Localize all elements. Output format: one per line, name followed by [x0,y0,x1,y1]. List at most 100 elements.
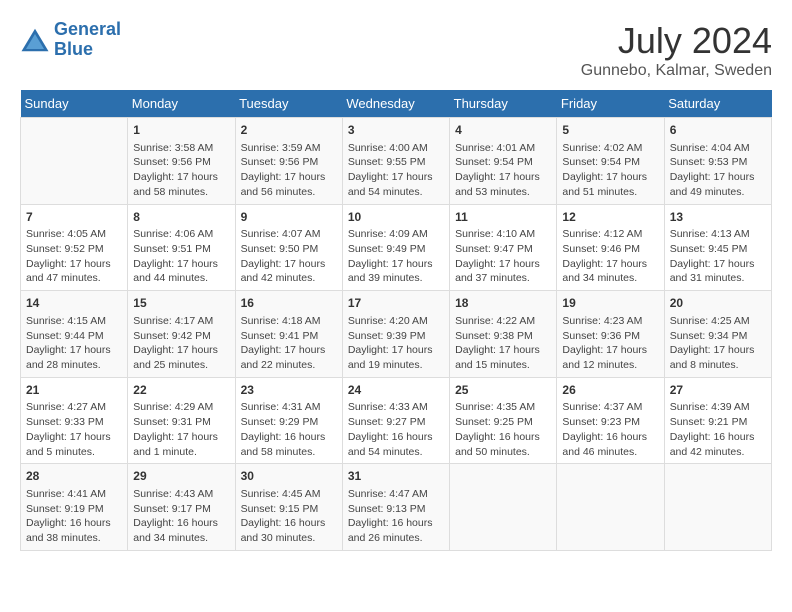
calendar-cell: 10Sunrise: 4:09 AM Sunset: 9:49 PM Dayli… [342,204,449,291]
day-content: Sunrise: 4:13 AM Sunset: 9:45 PM Dayligh… [670,227,766,286]
calendar-cell: 5Sunrise: 4:02 AM Sunset: 9:54 PM Daylig… [557,118,664,205]
day-of-week-header: Wednesday [342,90,449,118]
calendar-cell: 25Sunrise: 4:35 AM Sunset: 9:25 PM Dayli… [450,377,557,464]
calendar-cell: 1 Sunrise: 3:58 AM Sunset: 9:56 PM Daylig… [128,118,235,205]
calendar-header-row: SundayMondayTuesdayWednesdayThursdayFrid… [21,90,772,118]
day-content: Sunrise: 4:23 AM Sunset: 9:36 PM Dayligh… [562,314,658,373]
day-content: Sunrise: 4:27 AM Sunset: 9:33 PM Dayligh… [26,400,122,459]
day-content: Sunrise: 4:12 AM Sunset: 9:46 PM Dayligh… [562,227,658,286]
day-content: Sunrise: 4:29 AM Sunset: 9:31 PM Dayligh… [133,400,229,459]
calendar-cell [557,464,664,551]
calendar-cell: 8Sunrise: 4:06 AM Sunset: 9:51 PM Daylig… [128,204,235,291]
day-number: 23 [241,382,337,399]
day-content: Sunrise: 4:10 AM Sunset: 9:47 PM Dayligh… [455,227,551,286]
calendar-cell: 27Sunrise: 4:39 AM Sunset: 9:21 PM Dayli… [664,377,771,464]
calendar-cell: 20 Sunrise: 4:25 AM Sunset: 9:34 PM Dayli… [664,291,771,378]
day-content: Sunrise: 4:47 AM Sunset: 9:13 PM Dayligh… [348,487,444,546]
day-number: 19 [562,295,658,312]
day-number: 22 [133,382,229,399]
location: Gunnebo, Kalmar, Sweden [581,62,772,80]
day-content: Sunrise: 4:22 AM Sunset: 9:38 PM Dayligh… [455,314,551,373]
calendar-cell: 23Sunrise: 4:31 AM Sunset: 9:29 PM Dayli… [235,377,342,464]
day-content: Sunrise: 4:33 AM Sunset: 9:27 PM Dayligh… [348,400,444,459]
day-number: 10 [348,209,444,226]
day-of-week-header: Friday [557,90,664,118]
day-content: Sunrise: 4:02 AM Sunset: 9:54 PM Dayligh… [562,141,658,200]
day-content: Sunrise: 4:31 AM Sunset: 9:29 PM Dayligh… [241,400,337,459]
day-content: Sunrise: 3:58 AM Sunset: 9:56 PM Dayligh… [133,141,229,200]
day-content: Sunrise: 4:39 AM Sunset: 9:21 PM Dayligh… [670,400,766,459]
calendar-cell: 15Sunrise: 4:17 AM Sunset: 9:42 PM Dayli… [128,291,235,378]
day-content: Sunrise: 3:59 AM Sunset: 9:56 PM Dayligh… [241,141,337,200]
day-number: 20 [670,295,766,312]
day-number: 6 [670,122,766,139]
calendar-cell: 18 Sunrise: 4:22 AM Sunset: 9:38 PM Dayli… [450,291,557,378]
calendar-week-row: 28 Sunrise: 4:41 AM Sunset: 9:19 PM Dayli… [21,464,772,551]
day-number: 13 [670,209,766,226]
calendar-cell: 7Sunrise: 4:05 AM Sunset: 9:52 PM Daylig… [21,204,128,291]
day-number: 25 [455,382,551,399]
day-content: Sunrise: 4:00 AM Sunset: 9:55 PM Dayligh… [348,141,444,200]
day-content: Sunrise: 4:35 AM Sunset: 9:25 PM Dayligh… [455,400,551,459]
day-of-week-header: Saturday [664,90,771,118]
calendar-cell: 2 Sunrise: 3:59 AM Sunset: 9:56 PM Daylig… [235,118,342,205]
day-of-week-header: Sunday [21,90,128,118]
day-content: Sunrise: 4:05 AM Sunset: 9:52 PM Dayligh… [26,227,122,286]
day-number: 12 [562,209,658,226]
day-content: Sunrise: 4:07 AM Sunset: 9:50 PM Dayligh… [241,227,337,286]
day-number: 27 [670,382,766,399]
calendar-week-row: 21Sunrise: 4:27 AM Sunset: 9:33 PM Dayli… [21,377,772,464]
calendar-cell: 26Sunrise: 4:37 AM Sunset: 9:23 PM Dayli… [557,377,664,464]
calendar-cell: 9Sunrise: 4:07 AM Sunset: 9:50 PM Daylig… [235,204,342,291]
calendar-table: SundayMondayTuesdayWednesdayThursdayFrid… [20,90,772,551]
day-of-week-header: Tuesday [235,90,342,118]
day-number: 3 [348,122,444,139]
calendar-cell: 22Sunrise: 4:29 AM Sunset: 9:31 PM Dayli… [128,377,235,464]
logo-icon [20,25,50,55]
day-number: 2 [241,122,337,139]
calendar-week-row: 1 Sunrise: 3:58 AM Sunset: 9:56 PM Daylig… [21,118,772,205]
day-number: 7 [26,209,122,226]
calendar-week-row: 14 Sunrise: 4:15 AM Sunset: 9:44 PM Dayli… [21,291,772,378]
day-content: Sunrise: 4:41 AM Sunset: 9:19 PM Dayligh… [26,487,122,546]
calendar-cell: 12Sunrise: 4:12 AM Sunset: 9:46 PM Dayli… [557,204,664,291]
day-content: Sunrise: 4:17 AM Sunset: 9:42 PM Dayligh… [133,314,229,373]
day-number: 29 [133,468,229,485]
day-number: 28 [26,468,122,485]
calendar-cell: 21Sunrise: 4:27 AM Sunset: 9:33 PM Dayli… [21,377,128,464]
calendar-cell: 17Sunrise: 4:20 AM Sunset: 9:39 PM Dayli… [342,291,449,378]
day-number: 21 [26,382,122,399]
calendar-cell: 11Sunrise: 4:10 AM Sunset: 9:47 PM Dayli… [450,204,557,291]
calendar-cell: 16Sunrise: 4:18 AM Sunset: 9:41 PM Dayli… [235,291,342,378]
day-number: 9 [241,209,337,226]
day-content: Sunrise: 4:20 AM Sunset: 9:39 PM Dayligh… [348,314,444,373]
day-of-week-header: Monday [128,90,235,118]
month-year: July 2024 [581,20,772,62]
page-header: General Blue July 2024 Gunnebo, Kalmar, … [20,20,772,80]
day-of-week-header: Thursday [450,90,557,118]
day-number: 30 [241,468,337,485]
calendar-cell: 14 Sunrise: 4:15 AM Sunset: 9:44 PM Dayli… [21,291,128,378]
day-content: Sunrise: 4:45 AM Sunset: 9:15 PM Dayligh… [241,487,337,546]
calendar-cell [664,464,771,551]
day-content: Sunrise: 4:25 AM Sunset: 9:34 PM Dayligh… [670,314,766,373]
calendar-cell: 13Sunrise: 4:13 AM Sunset: 9:45 PM Dayli… [664,204,771,291]
day-number: 8 [133,209,229,226]
day-number: 18 [455,295,551,312]
calendar-cell: 30 Sunrise: 4:45 AM Sunset: 9:15 PM Dayli… [235,464,342,551]
day-content: Sunrise: 4:04 AM Sunset: 9:53 PM Dayligh… [670,141,766,200]
day-number: 24 [348,382,444,399]
day-content: Sunrise: 4:15 AM Sunset: 9:44 PM Dayligh… [26,314,122,373]
day-number: 14 [26,295,122,312]
calendar-cell: 6 Sunrise: 4:04 AM Sunset: 9:53 PM Daylig… [664,118,771,205]
day-number: 11 [455,209,551,226]
day-content: Sunrise: 4:18 AM Sunset: 9:41 PM Dayligh… [241,314,337,373]
calendar-cell: 3 Sunrise: 4:00 AM Sunset: 9:55 PM Daylig… [342,118,449,205]
day-number: 1 [133,122,229,139]
logo-text: General Blue [54,20,121,60]
calendar-cell: 19 Sunrise: 4:23 AM Sunset: 9:36 PM Dayli… [557,291,664,378]
day-number: 31 [348,468,444,485]
day-content: Sunrise: 4:06 AM Sunset: 9:51 PM Dayligh… [133,227,229,286]
calendar-cell [450,464,557,551]
calendar-cell: 28 Sunrise: 4:41 AM Sunset: 9:19 PM Dayli… [21,464,128,551]
